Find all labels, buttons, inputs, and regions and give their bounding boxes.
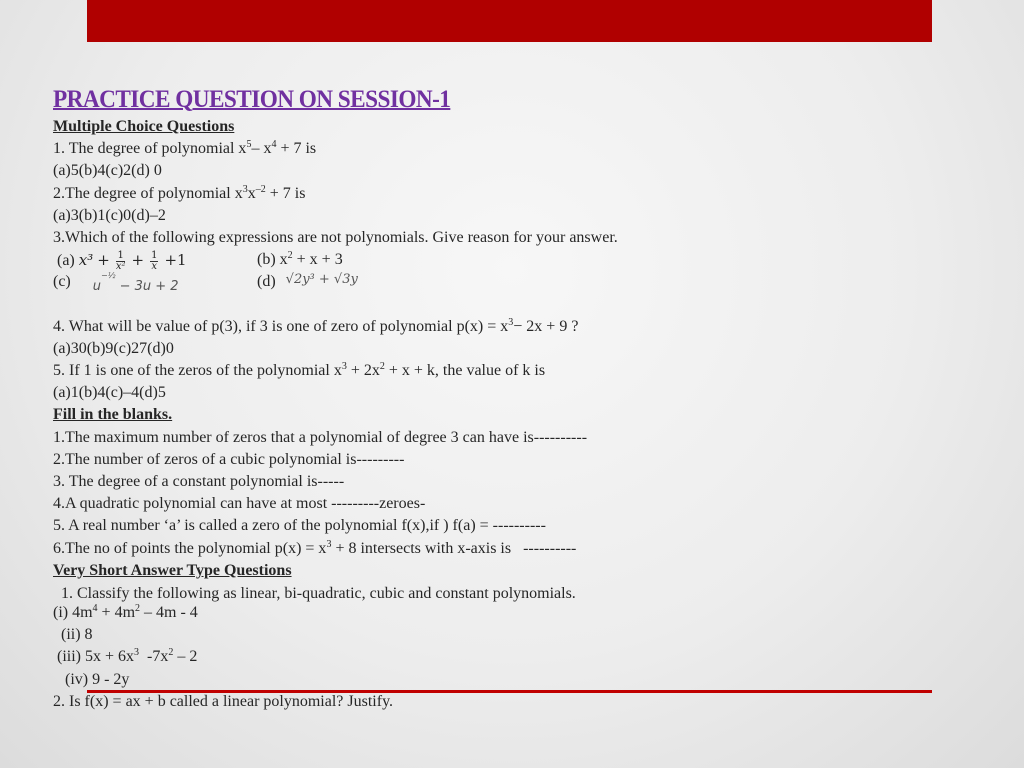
mcq-question-3: 3.Which of the following expressions are… (53, 229, 618, 247)
mcq-options-2: (a)3(b)1(c)0(d)–2 (53, 206, 166, 224)
slide-content: PRACTICE QUESTION ON SESSION-1 Multiple … (53, 84, 953, 713)
mcq-question-1: 1. The degree of polynomial x5– x4 + 7 i… (53, 139, 317, 158)
mcq-options-1: (a)5(b)4(c)2(d) 0 (53, 162, 162, 180)
option-a: (a) x³ + 1 x² + 1x +1 (57, 250, 187, 273)
fraction-1-over-x: 1x (150, 250, 159, 273)
fraction-1-over-x2: 1 x² (115, 250, 126, 273)
fill-blanks-heading: Fill in the blanks. (53, 406, 173, 424)
vsa-item-ii: (ii) 8 (61, 626, 93, 644)
fill-item: 4.A quadratic polynomial can have at mos… (53, 495, 426, 513)
option-d: (d) √2y³ + √3y (257, 272, 358, 291)
mcq-options-5: (a)1(b)4(c)–4(d)5 (53, 384, 166, 402)
fill-item: 2.The number of zeros of a cubic polynom… (53, 450, 405, 468)
option-b: (b) x2 + x + 3 (257, 250, 343, 269)
fill-item: 1.The maximum number of zeros that a pol… (53, 428, 588, 446)
mcq-q3-options-cd: (c) u−½ − 3u + 2 (d) √2y³ + √3y (53, 271, 953, 295)
mcq-heading: Multiple Choice Questions (53, 118, 235, 135)
fill-item: 3. The degree of a constant polynomial i… (53, 473, 345, 491)
option-c: (c) u−½ − 3u + 2 (53, 271, 179, 295)
fill-item: 5. A real number ‘a’ is called a zero of… (53, 517, 546, 535)
fill-item: 6.The no of points the polynomial p(x) =… (53, 538, 577, 557)
vsa-item-iii: (iii) 5x + 6x3 -7x2 – 2 (57, 647, 198, 666)
mcq-question-5: 5. If 1 is one of the zeros of the polyn… (53, 361, 546, 380)
vsa-item-iv: (iv) 9 - 2y (65, 670, 130, 688)
mcq-question-4: 4. What will be value of p(3), if 3 is o… (53, 316, 579, 335)
vsa-question-2: 2. Is f(x) = ax + b called a linear poly… (53, 692, 394, 710)
vsa-question-1: 1. Classify the following as linear, bi-… (53, 585, 576, 603)
mcq-q3-options-ab: (a) x³ + 1 x² + 1x +1 (b) x2 + x + 3 (53, 249, 953, 273)
bottom-divider (87, 690, 932, 693)
mcq-options-4: (a)30(b)9(c)27(d)0 (53, 339, 174, 357)
page-title: PRACTICE QUESTION ON SESSION-1 (53, 86, 451, 113)
vsa-heading: Very Short Answer Type Questions (53, 561, 292, 579)
top-banner (87, 0, 932, 42)
mcq-question-2: 2.The degree of polynomial x3x–2 + 7 is (53, 183, 306, 202)
vsa-item-i: (i) 4m4 + 4m2 – 4m - 4 (53, 603, 198, 622)
